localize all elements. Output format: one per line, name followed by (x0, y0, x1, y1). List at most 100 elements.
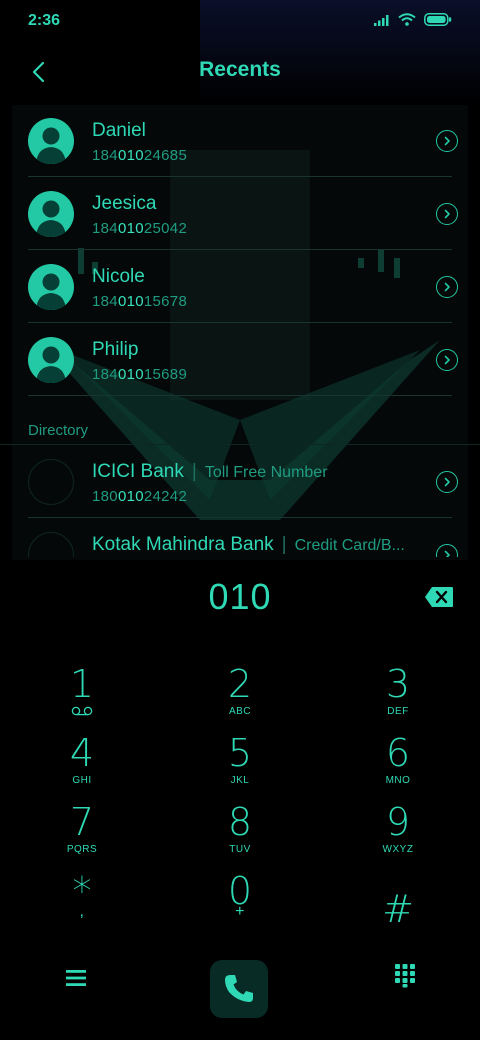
key-star[interactable]: *, (22, 869, 142, 933)
phone-icon (225, 975, 253, 1002)
contact-name: Philip (92, 339, 139, 360)
call-button[interactable] (210, 960, 268, 1018)
key-8[interactable]: 8 TUV (180, 800, 300, 864)
business-name: Kotak Mahindra Bank (92, 534, 274, 555)
number-prefix: 184 (92, 293, 118, 310)
key-digit: 4 (69, 731, 95, 775)
avatar (28, 337, 74, 383)
recent-call-row[interactable]: Philip 18401015689 (0, 323, 480, 396)
chevron-right-circle-icon[interactable] (436, 544, 458, 557)
contact-name: Jeesica (92, 193, 157, 214)
key-digit: # (382, 887, 414, 931)
phone-number: 18001024242 (92, 488, 187, 505)
business-name: ICICI Bank (92, 461, 184, 482)
key-digit: 6 (385, 731, 411, 775)
signal-icon (374, 14, 389, 26)
battery-icon (424, 13, 452, 26)
number-suffix: 15678 (143, 293, 188, 310)
number-suffix: 15689 (143, 366, 188, 383)
key-letters: PQRS (66, 844, 98, 855)
separator: | (191, 461, 197, 482)
avatar (28, 264, 74, 310)
key-hash[interactable]: # (338, 869, 458, 933)
avatar (28, 191, 74, 237)
number-suffix: 24242 (143, 488, 188, 505)
key-digit: 7 (69, 800, 95, 844)
key-letters: JKL (230, 775, 250, 786)
avatar (28, 532, 74, 557)
key-0[interactable]: 0 + (180, 869, 300, 933)
directory-row[interactable]: ICICI Bank | Toll Free Number 18001024242 (0, 445, 480, 518)
number-prefix: 184 (92, 366, 118, 383)
bottom-bar (0, 956, 480, 1026)
key-1[interactable]: 1 (22, 662, 142, 726)
number-match: 010 (117, 488, 144, 505)
number-match: 010 (117, 220, 144, 237)
chevron-right-circle-icon[interactable] (436, 349, 458, 371)
chevron-right-circle-icon[interactable] (436, 276, 458, 298)
chevron-right-circle-icon[interactable] (436, 471, 458, 493)
voicemail-icon (22, 706, 142, 719)
key-9[interactable]: 9 WXYZ (338, 800, 458, 864)
key-digit: 3 (385, 662, 411, 706)
directory-row[interactable]: Kotak Mahindra Bank | Credit Card/B... (0, 518, 480, 557)
dialpad-icon (395, 964, 415, 988)
number-match: 010 (117, 147, 144, 164)
recents-list: Daniel 18401024685 Jeesica 18401025042 Nicol… (0, 104, 480, 396)
key-digit: 8 (227, 800, 253, 844)
dialpad-button[interactable] (392, 962, 418, 988)
key-6[interactable]: 6 MNO (338, 731, 458, 795)
key-digit: 2 (227, 662, 253, 706)
recent-call-row[interactable]: Jeesica 18401025042 (0, 177, 480, 250)
dialed-number[interactable]: 010 (0, 576, 480, 618)
key-letters: GHI (72, 775, 92, 786)
key-letters: DEF (387, 706, 409, 717)
key-4[interactable]: 4 GHI (22, 731, 142, 795)
number-prefix: 184 (92, 147, 118, 164)
chevron-right-circle-icon[interactable] (436, 130, 458, 152)
avatar (28, 118, 74, 164)
contact-name: Nicole (92, 266, 145, 287)
directory-name-line: ICICI Bank | Toll Free Number (92, 461, 328, 483)
directory-list: ICICI Bank | Toll Free Number 18001024242 Ko… (0, 445, 480, 557)
status-time: 2:36 (28, 12, 61, 29)
wifi-icon (398, 13, 416, 26)
key-letters: MNO (385, 775, 411, 786)
key-letters: WXYZ (382, 844, 414, 855)
backspace-button[interactable] (424, 586, 454, 608)
business-tag: Credit Card/B... (294, 537, 405, 554)
status-icons (374, 13, 452, 26)
phone-number: 18401024685 (92, 147, 187, 164)
business-tag: Toll Free Number (204, 464, 328, 481)
status-bar: 2:36 (0, 0, 480, 44)
backspace-icon (425, 587, 453, 607)
number-suffix: 24685 (143, 147, 188, 164)
avatar (28, 459, 74, 505)
menu-icon (66, 970, 86, 986)
phone-number: 18401025042 (92, 220, 187, 237)
phone-number: 18401015689 (92, 366, 187, 383)
directory-name-line: Kotak Mahindra Bank | Credit Card/B... (92, 534, 405, 556)
menu-button[interactable] (62, 964, 90, 992)
chevron-right-circle-icon[interactable] (436, 203, 458, 225)
directory-label: Directory (28, 422, 89, 439)
key-3[interactable]: 3 DEF (338, 662, 458, 726)
recent-call-row[interactable]: Nicole 18401015678 (0, 250, 480, 323)
contact-name: Daniel (92, 120, 146, 141)
header: Recents (0, 44, 480, 100)
separator: | (281, 534, 287, 555)
number-match: 010 (117, 293, 144, 310)
key-2[interactable]: 2 ABC (180, 662, 300, 726)
page-title: Recents (199, 58, 281, 81)
number-match: 010 (117, 366, 144, 383)
key-7[interactable]: 7 PQRS (22, 800, 142, 864)
number-prefix: 184 (92, 220, 118, 237)
recent-call-row[interactable]: Daniel 18401024685 (0, 104, 480, 177)
number-suffix: 25042 (143, 220, 188, 237)
divider (28, 395, 452, 396)
key-digit: 5 (227, 731, 253, 775)
key-letters: TUV (229, 844, 251, 855)
key-5[interactable]: 5 JKL (180, 731, 300, 795)
key-digit: 1 (69, 662, 95, 706)
key-digit: 9 (385, 800, 411, 844)
